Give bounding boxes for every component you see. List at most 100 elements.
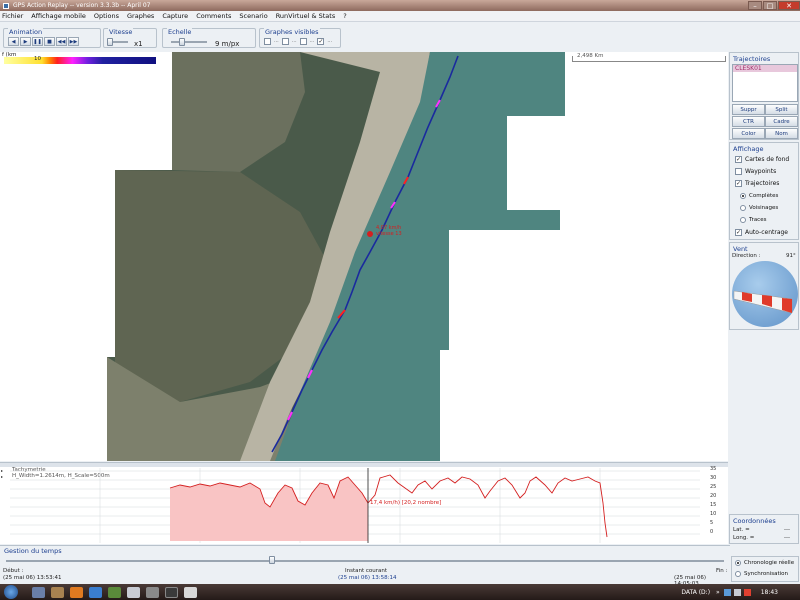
graph-ytick: 5: [710, 520, 714, 526]
folder-icon[interactable]: [51, 586, 64, 598]
graph-check-2-label: ...: [291, 38, 297, 44]
explorer-icon[interactable]: [32, 586, 45, 598]
firefox-icon[interactable]: [70, 586, 83, 598]
graph-ytick: 0: [710, 529, 714, 535]
minimize-icon[interactable]: –: [748, 1, 762, 10]
graph-check-3[interactable]: [299, 38, 307, 45]
volume-icon[interactable]: [733, 588, 741, 596]
voisinages-label: Voisinages: [749, 205, 779, 211]
traces-radio[interactable]: [740, 217, 746, 223]
close-icon[interactable]: ✕: [778, 1, 800, 10]
time-slider-knob[interactable]: [268, 556, 275, 564]
menu-graphes[interactable]: Graphes: [127, 12, 154, 20]
map-view[interactable]: f (km 10 2,498 Km 4,07 km/h vitesse 13: [0, 52, 728, 461]
lat-value: ---: [784, 527, 790, 533]
current-position-marker: [367, 231, 373, 237]
graphes-visibles-label: Graphes visibles: [264, 28, 320, 36]
graph-check-2[interactable]: [281, 38, 289, 45]
graph-check-4[interactable]: ✓: [317, 38, 325, 45]
network-icon[interactable]: [723, 588, 731, 596]
trajectoires-title: Trajectoires: [733, 55, 771, 63]
direction-value: 91°: [786, 253, 796, 259]
document-icon[interactable]: [127, 586, 140, 598]
window-title: GPS Action Replay -- version 3.3.3b -- A…: [13, 2, 151, 9]
menu-runvirtuel[interactable]: RunVirtuel & Stats: [276, 12, 336, 20]
graph-ytick: 10: [710, 511, 717, 517]
menu-affichage-mobile[interactable]: Affichage mobile: [31, 12, 86, 20]
graph-ytick: 20: [710, 493, 717, 499]
nom-button[interactable]: Nom: [765, 128, 798, 139]
start-icon[interactable]: [4, 585, 18, 599]
autocentrage-checkbox[interactable]: ✓: [735, 229, 742, 236]
speed-graph-panel[interactable]: ▸ ▸ Tachymetrie H_Width=1.2614m, H_Scale…: [0, 462, 728, 544]
completes-radio[interactable]: [740, 193, 746, 199]
echelle-slider-knob[interactable]: [179, 38, 185, 46]
app-icon-gray[interactable]: [146, 586, 159, 598]
fin-label: Fin :: [716, 568, 728, 574]
echelle-group: Echelle 9 m/px: [162, 28, 256, 48]
vitesse-value: x1: [134, 40, 143, 48]
long-label: Long. =: [733, 535, 755, 541]
menu-fichier[interactable]: Fichier: [2, 12, 23, 20]
graph-check-1[interactable]: [264, 38, 271, 45]
trajectoires-list[interactable]: CLESK01: [732, 64, 798, 102]
graph-ytick: 15: [710, 502, 717, 508]
play-icon[interactable]: ▶: [20, 37, 31, 46]
waypoints-label: Waypoints: [745, 168, 777, 175]
animation-group: Animation ◀ ▶ ❚❚ ■ ◀◀ ▶▶: [3, 28, 101, 48]
voisinages-radio[interactable]: [740, 205, 746, 211]
cmd-icon[interactable]: [165, 586, 178, 598]
taskbar-clock: 18:43: [760, 588, 778, 596]
suppr-button[interactable]: Suppr: [732, 104, 765, 115]
affichage-title: Affichage: [733, 145, 764, 153]
ctr-button[interactable]: CTR: [732, 116, 765, 127]
chrono-reelle-label: Chronologie réelle: [744, 560, 795, 566]
ie-icon[interactable]: [89, 586, 102, 598]
cartes-checkbox[interactable]: ✓: [735, 156, 742, 163]
chrono-reelle-radio[interactable]: [735, 560, 741, 566]
menu-capture[interactable]: Capture: [162, 12, 188, 20]
graphes-visibles-group: Graphes visibles ... ... ... ✓...: [259, 28, 341, 48]
rewind-icon[interactable]: ◀◀: [56, 37, 67, 46]
chronologie-panel: Chronologie réelle Synchronisation: [731, 556, 799, 582]
synchronisation-radio[interactable]: [735, 571, 741, 577]
app-icon: [3, 2, 9, 9]
gps-replay-task-icon[interactable]: [184, 586, 197, 598]
tray-chevron-icon[interactable]: »: [716, 589, 720, 596]
fast-forward-icon[interactable]: ▶▶: [68, 37, 79, 46]
flag-icon[interactable]: [743, 588, 751, 596]
step-back-icon[interactable]: ◀: [8, 37, 19, 46]
taskbar-drive-label[interactable]: DATA (D:): [681, 589, 710, 596]
coordonnees-panel: Coordonnées Lat. = --- Long. = ---: [729, 514, 799, 544]
echelle-value: 9 m/px: [215, 40, 240, 48]
vent-panel: Vent Direction : 91°: [729, 242, 799, 330]
color-button[interactable]: Color: [732, 128, 765, 139]
echelle-slider-track[interactable]: [171, 41, 207, 43]
app-icon-green[interactable]: [108, 586, 121, 598]
graph-ytick: 25: [710, 484, 717, 490]
cadre-button[interactable]: Cadre: [765, 116, 798, 127]
menu-comments[interactable]: Comments: [196, 12, 231, 20]
waypoints-checkbox[interactable]: [735, 168, 742, 175]
menu-options[interactable]: Options: [94, 12, 119, 20]
trajectoires-checkbox-label: Trajectoires: [745, 180, 780, 187]
cartes-label: Cartes de fond: [745, 156, 790, 163]
track-label-2: vitesse 13: [376, 231, 402, 237]
vitesse-slider-knob[interactable]: [107, 38, 113, 46]
direction-label: Direction :: [732, 253, 761, 259]
time-slider-track[interactable]: [6, 560, 724, 562]
menu-help[interactable]: ?: [343, 12, 346, 20]
trajectoire-item-selected[interactable]: CLESK01: [733, 65, 797, 72]
time-title: Gestion du temps: [4, 547, 62, 555]
maximize-icon[interactable]: □: [763, 1, 777, 10]
vitesse-label: Vitesse: [108, 28, 134, 36]
pause-icon[interactable]: ❚❚: [32, 37, 43, 46]
vitesse-group: Vitesse x1: [103, 28, 157, 48]
windsock-icon: [733, 290, 793, 314]
stop-icon[interactable]: ■: [44, 37, 55, 46]
trajectoires-checkbox[interactable]: ✓: [735, 180, 742, 187]
speed-graph: [10, 468, 700, 543]
menu-scenario[interactable]: Scenario: [239, 12, 267, 20]
trajectoires-panel: Trajectoires CLESK01 Suppr Split CTR Cad…: [729, 52, 799, 140]
split-button[interactable]: Split: [765, 104, 798, 115]
